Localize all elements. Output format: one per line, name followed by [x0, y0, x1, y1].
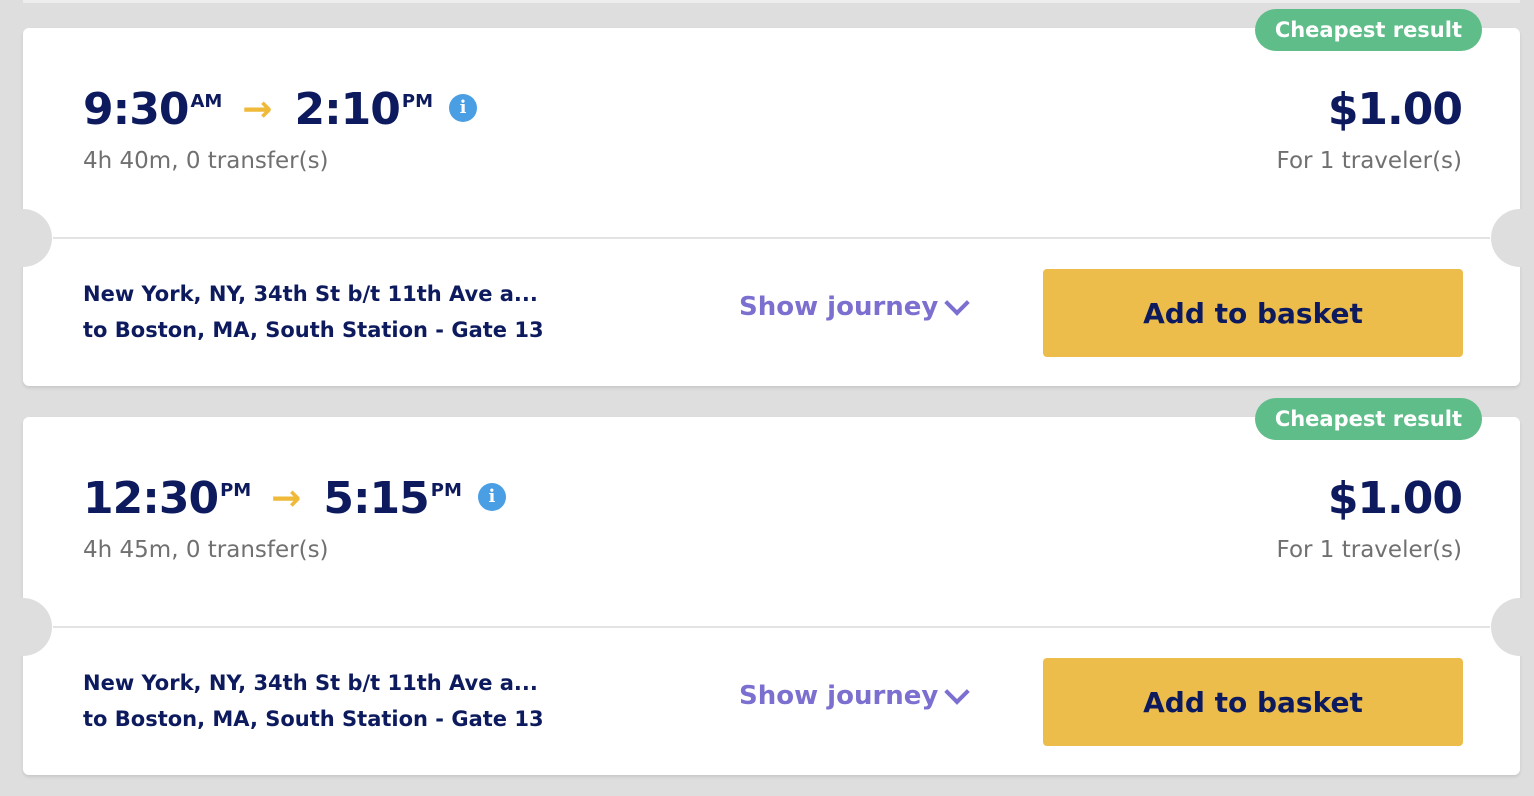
arrival-ampm: PM	[430, 480, 462, 501]
result-card: Cheapest result 9:30 AM → 2:10 PM i 4h 4…	[0, 9, 1534, 386]
arrival-time: 5:15	[323, 473, 429, 524]
departure-ampm: PM	[220, 480, 252, 501]
card-divider	[53, 237, 1490, 239]
add-to-basket-button[interactable]: Add to basket	[1043, 658, 1463, 746]
journey-times: 12:30 PM → 5:15 PM i	[83, 467, 506, 531]
route-origin: New York, NY, 34th St b/t 11th Ave a...	[83, 671, 538, 695]
show-journey-link[interactable]: Show journey	[739, 290, 971, 322]
show-journey-label: Show journey	[739, 292, 939, 322]
arrow-right-icon: →	[242, 89, 273, 130]
ticket-notch-right	[1491, 598, 1534, 656]
result-card: Cheapest result 12:30 PM → 5:15 PM i 4h …	[0, 398, 1534, 775]
ticket-notch-left	[0, 598, 52, 656]
show-journey-label: Show journey	[739, 681, 939, 711]
route-destination: to Boston, MA, South Station - Gate 13	[83, 707, 544, 731]
chevron-down-icon	[944, 290, 971, 316]
route-origin: New York, NY, 34th St b/t 11th Ave a...	[83, 282, 538, 306]
trip-duration: 4h 45m, 0 transfer(s)	[83, 537, 329, 563]
arrival-time: 2:10	[294, 84, 400, 135]
journey-times: 9:30 AM → 2:10 PM i	[83, 78, 478, 142]
arrow-right-icon: →	[271, 478, 302, 519]
route-destination: to Boston, MA, South Station - Gate 13	[83, 318, 544, 342]
route: New York, NY, 34th St b/t 11th Ave a... …	[83, 665, 544, 737]
chevron-down-icon	[944, 679, 971, 705]
traveler-count: For 1 traveler(s)	[1276, 148, 1462, 174]
route: New York, NY, 34th St b/t 11th Ave a... …	[83, 276, 544, 348]
info-icon[interactable]: i	[477, 483, 506, 511]
add-to-basket-button[interactable]: Add to basket	[1043, 269, 1463, 357]
departure-time: 9:30	[83, 84, 189, 135]
traveler-count: For 1 traveler(s)	[1276, 537, 1462, 563]
departure-ampm: AM	[190, 91, 223, 112]
info-icon[interactable]: i	[449, 94, 478, 122]
ticket-notch-left	[0, 209, 52, 267]
cheapest-result-badge: Cheapest result	[1254, 398, 1482, 440]
arrival-ampm: PM	[401, 91, 434, 112]
show-journey-link[interactable]: Show journey	[739, 679, 971, 711]
price: $1.00	[1327, 84, 1463, 135]
trip-duration: 4h 40m, 0 transfer(s)	[83, 148, 329, 174]
previous-card-edge	[23, 0, 1520, 3]
cheapest-result-badge: Cheapest result	[1254, 9, 1482, 51]
ticket-notch-right	[1491, 209, 1534, 267]
price: $1.00	[1327, 473, 1463, 524]
card-divider	[53, 626, 1490, 628]
departure-time: 12:30	[83, 473, 219, 524]
